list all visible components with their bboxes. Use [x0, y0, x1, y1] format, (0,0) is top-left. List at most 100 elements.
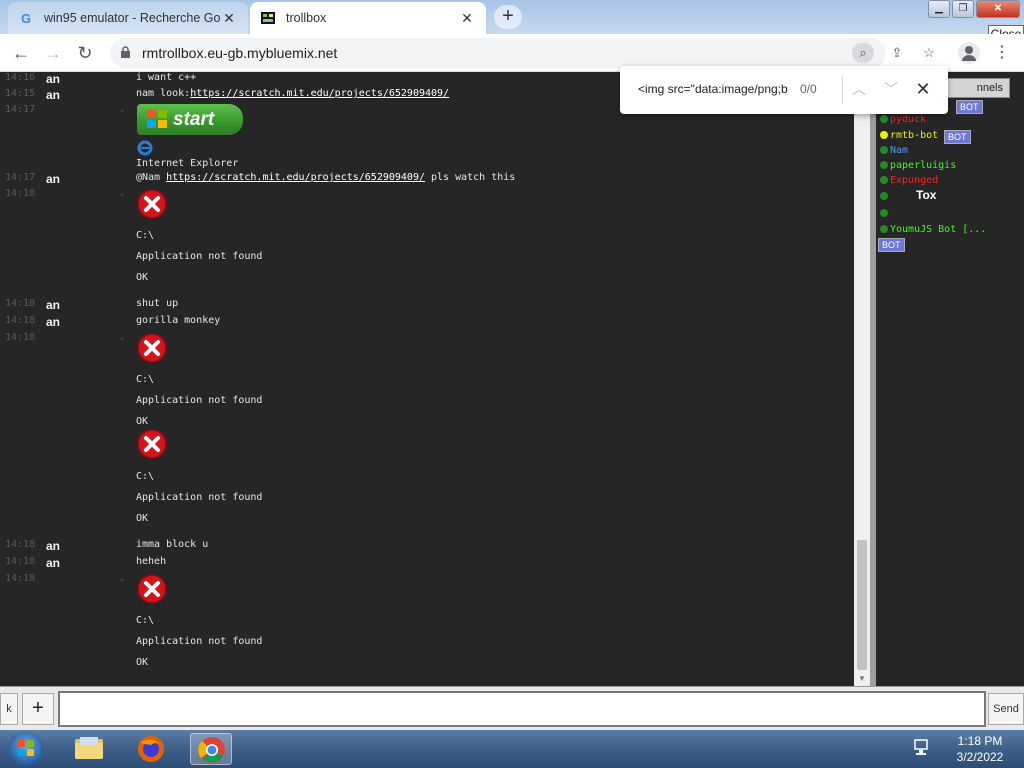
find-next-icon[interactable]: ﹀ [880, 78, 902, 100]
ok-button[interactable]: OK [136, 513, 148, 524]
message-time: 14:17 [5, 172, 36, 183]
forward-icon[interactable]: → [40, 40, 66, 66]
window-controls: ▁ ❐ ✕ [926, 0, 1020, 20]
error-dialog-message: C:\ Application not found OK [0, 428, 854, 528]
message-input[interactable] [58, 691, 986, 727]
status-dot-icon [880, 146, 888, 154]
profile-avatar-icon[interactable] [958, 42, 980, 64]
message-time: 14:18 [5, 332, 36, 343]
error-dialog-message: 14:18 ▸ C:\ Application not found OK [0, 332, 854, 432]
back-icon[interactable]: ← [8, 40, 34, 66]
tab-close-icon[interactable]: ✕ [220, 10, 238, 27]
address-bar[interactable]: rmtrollbox.eu-gb.mybluemix.net ⌕ ⇪ ☆ [110, 38, 935, 68]
bot-badge: BOT [956, 100, 983, 114]
tab-trollbox[interactable]: trollbox ✕ [250, 2, 486, 34]
message-text: nam look: [136, 88, 191, 99]
error-path: C:\ [136, 374, 155, 385]
user-item[interactable]: rmtb-bot [880, 130, 938, 141]
bookmark-star-icon[interactable]: ☆ [918, 43, 940, 63]
windows-flag-icon [147, 110, 167, 128]
message-text: heheh [136, 556, 167, 567]
message-time: 14:18 [5, 315, 36, 326]
user-item[interactable]: paperluigis [880, 160, 956, 171]
user-item[interactable]: Expunged [880, 175, 938, 186]
taskbar-clock[interactable]: 1:18 PM 3/2/2022 [940, 733, 1020, 765]
user-name: paperluigis [890, 160, 957, 171]
message-time: 14:18 [5, 556, 36, 567]
find-input[interactable]: <img src="data:image/png;b [638, 82, 808, 96]
ok-button[interactable]: OK [136, 416, 148, 427]
start-orb-icon[interactable] [8, 732, 44, 766]
send-button[interactable]: Send [988, 693, 1024, 725]
k-button[interactable]: k [0, 693, 18, 725]
ok-button[interactable]: OK [136, 272, 148, 283]
close-window-button[interactable]: ✕ [976, 0, 1020, 18]
chat-log: 14:16 an i want c++ 14:15 an nam look:ht… [0, 72, 854, 686]
status-dot-icon [880, 209, 888, 217]
message-nick: an [46, 88, 61, 102]
user-list-sidebar: nnels BOT pyduck rmtb-bot BOT Nam paperl… [876, 72, 1024, 686]
error-icon [137, 333, 167, 363]
channels-button[interactable]: nnels [946, 78, 1010, 98]
share-icon[interactable]: ⇪ [886, 43, 908, 63]
scrollbar-thumb[interactable] [857, 540, 867, 670]
error-path: C:\ [136, 615, 155, 626]
find-icon[interactable]: ⌕ [852, 43, 874, 63]
tab-google-search[interactable]: G win95 emulator - Recherche Goo ✕ [8, 2, 248, 34]
new-tab-button[interactable]: + [494, 5, 522, 29]
user-item[interactable]: YoumuJS Bot [... [880, 224, 986, 235]
message-nick: an [46, 298, 61, 312]
message-nick: an [46, 172, 61, 186]
status-dot-icon [880, 115, 888, 123]
bot-badge: BOT [944, 130, 971, 144]
ok-button[interactable]: OK [136, 657, 148, 668]
error-text: Application not found [136, 251, 263, 262]
error-dialog-message: 14:18 ▸ C:\ Application not found OK [0, 188, 854, 288]
firefox-icon[interactable] [130, 733, 172, 765]
find-previous-icon[interactable]: ︿ [848, 78, 870, 100]
reload-icon[interactable]: ↻ [72, 40, 98, 66]
message-input-bar: k + Send [0, 686, 1024, 730]
scroll-down-icon[interactable]: ▼ [858, 674, 866, 683]
user-item[interactable]: pyduck [880, 114, 926, 125]
message-time: 14:18 [5, 539, 36, 550]
plus-button[interactable]: + [22, 693, 54, 725]
start-button-image[interactable]: start [137, 104, 243, 135]
find-close-icon[interactable]: ✕ [912, 78, 934, 100]
tab-strip: G win95 emulator - Recherche Goo ✕ troll… [0, 0, 1024, 34]
find-in-page-bar: <img src="data:image/png;b 0/0 ︿ ﹀ ✕ [620, 66, 948, 114]
message-time: 14:18 [5, 188, 36, 199]
message-link[interactable]: https://scratch.mit.edu/projects/6529094… [190, 88, 449, 99]
user-item[interactable]: Nam [880, 145, 908, 156]
message-nick: an [46, 72, 61, 86]
user-name: Nam [890, 145, 909, 156]
user-item[interactable]: Tox [880, 188, 936, 202]
status-dot-icon [880, 225, 888, 233]
embed-marker-icon: ▸ [120, 334, 125, 343]
error-icon [137, 574, 167, 604]
chrome-icon[interactable] [190, 733, 232, 765]
error-text: Application not found [136, 636, 263, 647]
message-text: imma block u [136, 539, 209, 550]
network-icon[interactable] [912, 736, 932, 758]
find-count: 0/0 [800, 82, 817, 96]
restore-button[interactable]: ❐ [952, 0, 974, 18]
error-icon [137, 429, 167, 459]
user-name: Expunged [890, 175, 939, 186]
tab-close-icon[interactable]: ✕ [458, 10, 476, 27]
user-item[interactable] [880, 208, 890, 219]
clock-time: 1:18 PM [957, 734, 1003, 748]
embed-marker-icon: ▸ [120, 575, 125, 584]
message-time: 14:18 [5, 573, 36, 584]
message-text: gorilla monkey [136, 315, 221, 326]
chat-scrollbar[interactable]: ▲ ▼ [854, 72, 870, 686]
file-explorer-icon[interactable] [68, 733, 110, 765]
minimize-button[interactable]: ▁ [928, 0, 950, 18]
error-dialog-message: 14:18 ▸ C:\ Application not found OK [0, 573, 854, 673]
message-text: i want c++ [136, 72, 197, 83]
message-time: 14:18 [5, 298, 36, 309]
browser-menu-icon[interactable]: ⋮ [994, 40, 1010, 66]
message-link[interactable]: https://scratch.mit.edu/projects/6529094… [166, 172, 425, 183]
internet-explorer-icon[interactable] [137, 140, 153, 156]
ie-label: Internet Explorer [136, 158, 239, 169]
